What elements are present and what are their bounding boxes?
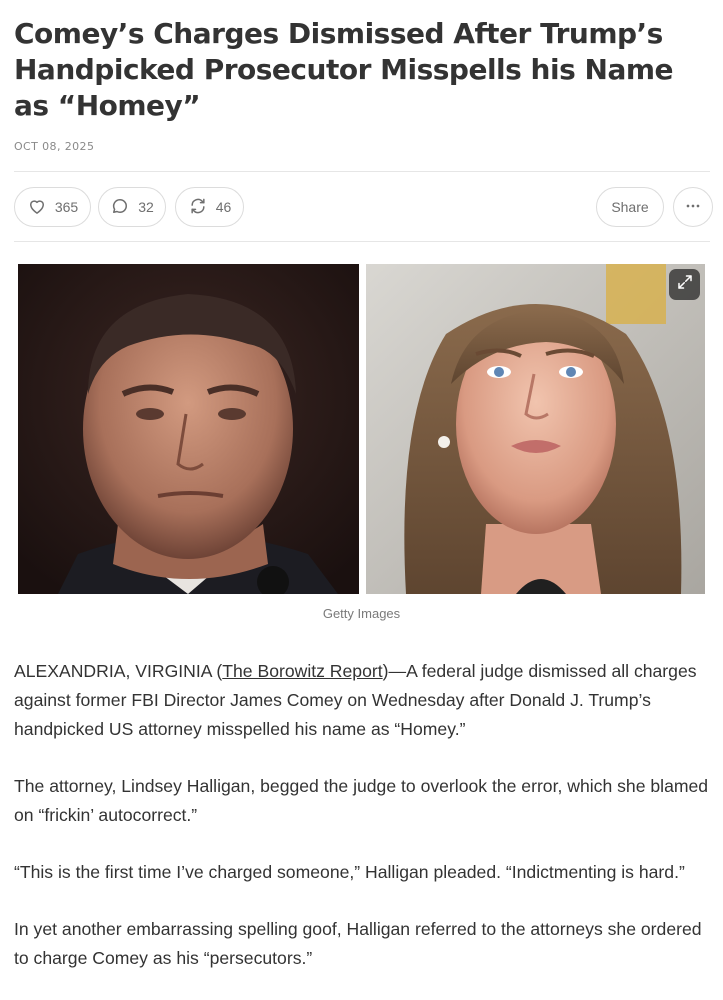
divider [14, 241, 710, 242]
paragraph: “This is the first time I’ve charged som… [14, 862, 685, 882]
share-button[interactable]: Share [596, 187, 664, 227]
source-link[interactable]: The Borowitz Report [222, 661, 382, 681]
ellipsis-icon [683, 196, 703, 219]
restack-count: 46 [215, 199, 232, 215]
comment-count: 32 [138, 199, 154, 215]
article-title: Comey’s Charges Dismissed After Trump’s … [14, 17, 674, 122]
photo-man [18, 264, 359, 594]
comment-icon [110, 196, 130, 219]
like-button[interactable]: 365 [14, 187, 91, 227]
paragraph: ALEXANDRIA, VIRGINIA (The Borowitz Repor… [14, 657, 710, 744]
paragraph: The attorney, Lindsey Halligan, begged t… [14, 776, 709, 825]
dateline: ALEXANDRIA, VIRGINIA ( [14, 661, 223, 681]
divider [14, 171, 710, 172]
restack-button[interactable]: 46 [175, 187, 244, 227]
more-options-button[interactable] [673, 187, 713, 227]
restack-icon [188, 196, 208, 219]
paragraph: In yet another embarrassing spelling goo… [14, 919, 702, 968]
heart-icon [27, 196, 47, 219]
expand-image-button[interactable] [669, 269, 700, 300]
like-count: 365 [54, 199, 79, 215]
article-body: ALEXANDRIA, VIRGINIA (The Borowitz Repor… [14, 657, 710, 1000]
image-caption: Getty Images [322, 606, 401, 621]
comment-button[interactable]: 32 [98, 187, 166, 227]
photo-woman [366, 264, 705, 594]
expand-icon [676, 273, 694, 296]
publish-date: OCT 08, 2025 [14, 140, 95, 153]
